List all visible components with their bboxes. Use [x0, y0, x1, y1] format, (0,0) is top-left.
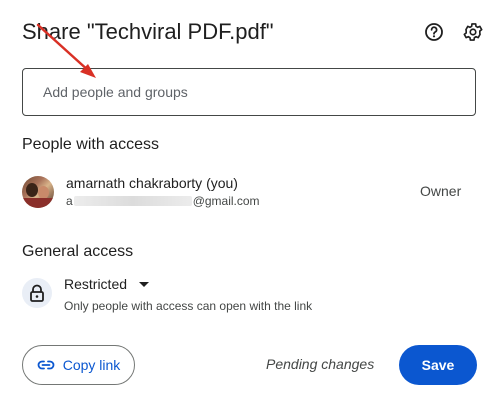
dialog-title: Share "Techviral PDF.pdf" — [22, 19, 274, 44]
settings-button[interactable] — [460, 19, 486, 45]
person-name: amarnath chakraborty (you) — [66, 175, 238, 191]
general-access-dropdown[interactable]: Restricted — [64, 276, 150, 292]
share-dialog: Share "Techviral PDF.pdf" People with ac… — [0, 0, 500, 407]
email-redacted-blur — [73, 196, 192, 206]
general-access-icon-badge — [22, 278, 52, 308]
add-people-input[interactable] — [22, 68, 476, 116]
copy-link-button[interactable]: Copy link — [22, 345, 135, 385]
email-suffix: @gmail.com — [192, 194, 260, 208]
people-with-access-heading: People with access — [22, 136, 159, 153]
help-button[interactable] — [421, 19, 447, 45]
lock-icon — [30, 284, 44, 302]
general-access-description: Only people with access can open with th… — [64, 299, 313, 313]
save-button[interactable]: Save — [399, 345, 477, 385]
general-access-level: Restricted — [64, 276, 128, 292]
dropdown-caret-icon — [139, 281, 150, 287]
link-icon — [37, 360, 55, 370]
copy-link-label: Copy link — [62, 357, 121, 373]
general-access-heading: General access — [22, 243, 134, 260]
user-photo-avatar — [22, 176, 54, 208]
email-prefix: a — [66, 194, 73, 208]
pending-changes-text: Pending changes — [266, 356, 375, 372]
person-email: a @gmail.com — [66, 194, 260, 208]
gear-icon — [463, 23, 483, 41]
role-label: Owner — [420, 183, 462, 199]
help-circle-icon — [425, 23, 443, 41]
